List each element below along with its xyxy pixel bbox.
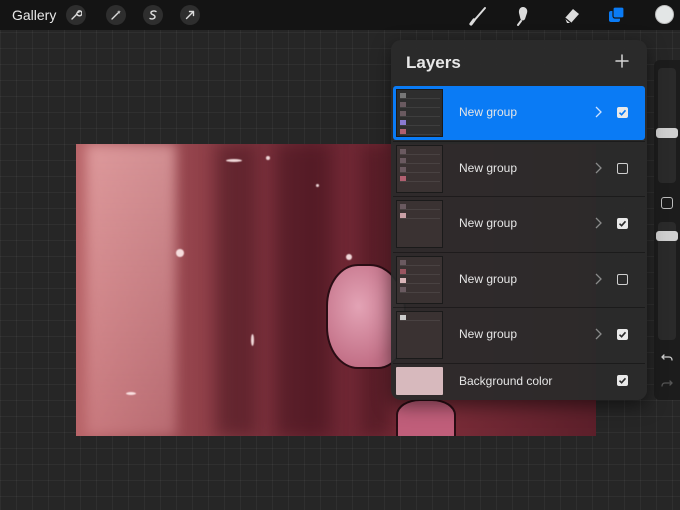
layer-name: Background color — [459, 374, 553, 388]
top-toolbar: Gallery — [0, 0, 680, 30]
layer-name: New group — [459, 105, 518, 119]
background-pillar — [216, 144, 256, 436]
layers-icon[interactable] — [606, 4, 628, 26]
light-spark — [176, 249, 184, 257]
gallery-button[interactable]: Gallery — [12, 7, 56, 23]
background-color-row[interactable]: Background color — [393, 363, 645, 397]
layer-group-row[interactable]: New group — [393, 196, 645, 250]
layer-name: New group — [459, 327, 518, 341]
brush-size-slider[interactable] — [658, 68, 676, 183]
opacity-thumb[interactable] — [656, 231, 678, 241]
light-spark — [346, 254, 352, 260]
light-spark — [266, 156, 270, 160]
smudge-icon[interactable] — [512, 4, 534, 26]
layer-name: New group — [459, 216, 518, 230]
layer-name: New group — [459, 161, 518, 175]
add-layer-icon[interactable] — [613, 52, 631, 70]
layer-thumbnail — [396, 311, 443, 359]
layer-thumbnail — [396, 200, 443, 248]
chevron-right-icon[interactable] — [593, 161, 603, 175]
layer-group-row[interactable]: New group — [393, 307, 645, 361]
chevron-right-icon[interactable] — [593, 272, 603, 286]
color-picker-swatch[interactable] — [655, 5, 674, 24]
side-slider-bar — [654, 60, 680, 400]
layers-panel: Layers New group New group New group New… — [391, 40, 647, 400]
chevron-right-icon[interactable] — [593, 216, 603, 230]
brush-size-thumb[interactable] — [656, 128, 678, 138]
background-pillar — [276, 144, 331, 436]
layer-group-row[interactable]: New group — [393, 252, 645, 306]
character-body — [396, 399, 456, 436]
wrench-icon[interactable] — [66, 5, 86, 25]
light-spark — [251, 334, 254, 346]
layer-thumbnail — [396, 145, 443, 193]
visibility-checkbox[interactable] — [617, 274, 628, 285]
visibility-checkbox[interactable] — [617, 218, 628, 229]
layer-thumbnail — [396, 89, 443, 137]
brush-icon[interactable] — [468, 4, 490, 26]
transform-arrow-icon[interactable] — [180, 5, 200, 25]
visibility-checkbox[interactable] — [617, 329, 628, 340]
visibility-checkbox[interactable] — [617, 375, 628, 386]
light-spark — [226, 159, 242, 162]
visibility-checkbox[interactable] — [617, 107, 628, 118]
background-color-swatch[interactable] — [396, 367, 443, 395]
layer-group-row[interactable]: New group — [393, 141, 645, 195]
chevron-right-icon[interactable] — [593, 327, 603, 341]
light-spark — [126, 392, 136, 395]
layers-title: Layers — [406, 53, 461, 72]
chevron-right-icon[interactable] — [593, 105, 603, 119]
modify-button[interactable] — [661, 197, 673, 209]
redo-icon[interactable] — [660, 376, 674, 390]
visibility-checkbox[interactable] — [617, 163, 628, 174]
magic-wand-icon[interactable] — [106, 5, 126, 25]
selection-s-icon[interactable] — [143, 5, 163, 25]
light-spark — [316, 184, 319, 187]
eraser-icon[interactable] — [560, 4, 582, 26]
layer-group-row[interactable]: New group — [393, 86, 645, 140]
layer-thumbnail — [396, 256, 443, 304]
layer-name: New group — [459, 272, 518, 286]
undo-icon[interactable] — [660, 350, 674, 364]
